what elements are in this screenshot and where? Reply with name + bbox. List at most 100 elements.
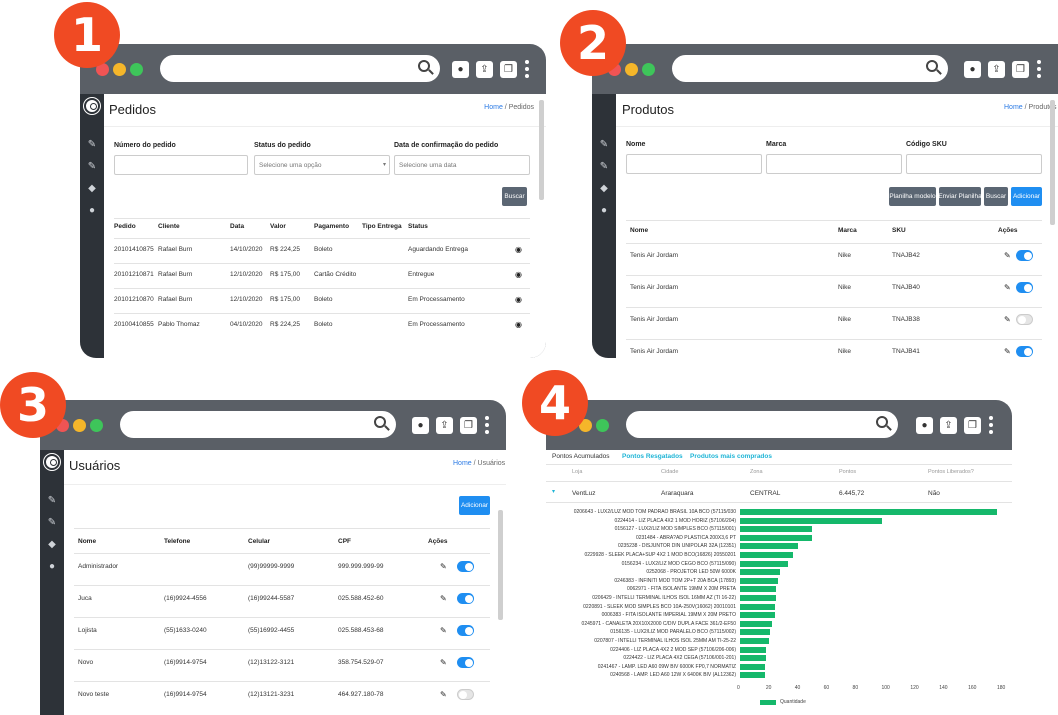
name-input[interactable] <box>626 154 762 174</box>
address-bar[interactable] <box>120 411 396 438</box>
users-icon[interactable]: ● <box>46 561 58 573</box>
tabs-icon[interactable]: ❐ <box>460 417 477 434</box>
download-icon[interactable]: ● <box>452 61 469 78</box>
bar-label: 0224422 - LIZ PLACA 4X2 CEGA (57106/001-… <box>623 655 736 662</box>
col-header: Cliente <box>158 223 180 230</box>
active-toggle[interactable] <box>1016 346 1033 357</box>
tab-points-accumulated[interactable]: Pontos Acumulados <box>552 453 609 460</box>
edit-icon[interactable]: ✎ <box>440 658 447 667</box>
edit-icon[interactable]: ✎ <box>1004 283 1011 292</box>
tag-icon[interactable]: ◆ <box>46 539 58 551</box>
users-icon[interactable]: ● <box>598 205 610 217</box>
share-icon[interactable]: ⇪ <box>436 417 453 434</box>
row-divider <box>74 585 490 586</box>
breadcrumb-home[interactable]: Home <box>1004 104 1023 111</box>
edit-nav-icon-2[interactable]: ✎ <box>86 161 98 173</box>
edit-icon[interactable]: ✎ <box>440 690 447 699</box>
order-number-input[interactable] <box>114 155 248 175</box>
active-toggle[interactable] <box>457 593 474 604</box>
tabs-icon[interactable]: ❐ <box>500 61 517 78</box>
view-icon[interactable]: ◉ <box>515 295 522 304</box>
caret-down-icon[interactable]: ▾ <box>552 488 555 495</box>
scrollbar[interactable] <box>498 510 503 620</box>
edit-nav-icon-2[interactable]: ✎ <box>46 517 58 529</box>
bar-label: 0224406 - LIZ PLACA 4X2 2 MOD SEP (57106… <box>610 646 736 653</box>
maximize-dot[interactable] <box>642 63 655 76</box>
search-button[interactable]: Buscar <box>984 187 1008 206</box>
template-sheet-button[interactable]: Planilha modelo <box>889 187 936 206</box>
tab-points-redeemed[interactable]: Pontos Resgatados <box>622 453 683 460</box>
address-bar[interactable] <box>626 411 898 438</box>
edit-icon[interactable]: ✎ <box>1004 315 1011 324</box>
edit-nav-icon[interactable]: ✎ <box>598 139 610 151</box>
table-cell: (12)13122-3121 <box>248 659 295 666</box>
active-toggle[interactable] <box>1016 314 1033 325</box>
add-user-button[interactable]: Adicionar <box>459 496 490 515</box>
view-icon[interactable]: ◉ <box>515 270 522 279</box>
menu-kebab-icon[interactable] <box>485 416 489 434</box>
row-zone: CENTRAL <box>750 490 781 497</box>
upload-sheet-button[interactable]: Enviar Planilha <box>938 187 982 206</box>
tabs-icon[interactable]: ❐ <box>964 417 981 434</box>
view-icon[interactable]: ◉ <box>515 245 522 254</box>
minimize-dot[interactable] <box>625 63 638 76</box>
order-status-select[interactable]: Selecione uma opção ▾ <box>254 155 390 175</box>
name-label: Nome <box>626 141 646 148</box>
table-cell: 358.754.529-07 <box>338 659 384 666</box>
download-icon[interactable]: ● <box>412 417 429 434</box>
scrollbar[interactable] <box>1050 100 1055 225</box>
download-icon[interactable]: ● <box>916 417 933 434</box>
maximize-dot[interactable] <box>596 419 609 432</box>
edit-icon[interactable]: ✎ <box>440 626 447 635</box>
breadcrumb-home[interactable]: Home <box>453 460 472 467</box>
active-toggle[interactable] <box>1016 282 1033 293</box>
edit-icon[interactable]: ✎ <box>1004 251 1011 260</box>
edit-nav-icon[interactable]: ✎ <box>46 495 58 507</box>
search-button[interactable]: Buscar <box>502 187 527 206</box>
active-toggle[interactable] <box>457 561 474 572</box>
browser-window-pedidos: ● ⇪ ❐ ✎ ✎ ◆ ● Pedidos Home / Pedidos Núm… <box>80 44 546 358</box>
menu-kebab-icon[interactable] <box>989 416 993 434</box>
breadcrumb-home[interactable]: Home <box>484 104 503 111</box>
edit-nav-icon-2[interactable]: ✎ <box>598 161 610 173</box>
tabs-icon[interactable]: ❐ <box>1012 61 1029 78</box>
active-toggle[interactable] <box>457 625 474 636</box>
tab-top-products[interactable]: Produtos mais comprados <box>690 453 772 460</box>
add-product-button[interactable]: Adicionar <box>1011 187 1042 206</box>
confirmation-date-label: Data de confirmação do pedido <box>394 142 499 149</box>
table-cell: Em Processamento <box>408 296 465 303</box>
minimize-dot[interactable] <box>113 63 126 76</box>
sku-input[interactable] <box>906 154 1042 174</box>
view-icon[interactable]: ◉ <box>515 320 522 329</box>
tag-icon[interactable]: ◆ <box>598 183 610 195</box>
menu-kebab-icon[interactable] <box>1037 60 1041 78</box>
maximize-dot[interactable] <box>90 419 103 432</box>
edit-nav-icon[interactable]: ✎ <box>86 139 98 151</box>
address-bar[interactable] <box>672 55 948 82</box>
share-icon[interactable]: ⇪ <box>476 61 493 78</box>
maximize-dot[interactable] <box>130 63 143 76</box>
breadcrumb: Home / Usuários <box>453 460 506 467</box>
download-icon[interactable]: ● <box>964 61 981 78</box>
avatar[interactable] <box>84 98 100 114</box>
table-cell: (16)99244-5587 <box>248 595 295 602</box>
scrollbar[interactable] <box>539 100 544 200</box>
x-tick-label: 0 <box>737 685 740 691</box>
active-toggle[interactable] <box>457 689 474 700</box>
active-toggle[interactable] <box>457 657 474 668</box>
menu-kebab-icon[interactable] <box>525 60 529 78</box>
address-bar[interactable] <box>160 55 440 82</box>
edit-icon[interactable]: ✎ <box>440 594 447 603</box>
minimize-dot[interactable] <box>73 419 86 432</box>
avatar[interactable] <box>44 454 60 470</box>
share-icon[interactable]: ⇪ <box>988 61 1005 78</box>
edit-icon[interactable]: ✎ <box>1004 347 1011 356</box>
active-toggle[interactable] <box>1016 250 1033 261</box>
table-cell: R$ 224,25 <box>270 246 300 253</box>
users-icon[interactable]: ● <box>86 205 98 217</box>
tag-icon[interactable]: ◆ <box>86 183 98 195</box>
edit-icon[interactable]: ✎ <box>440 562 447 571</box>
share-icon[interactable]: ⇪ <box>940 417 957 434</box>
confirmation-date-input[interactable]: Selecione uma data <box>394 155 530 175</box>
brand-input[interactable] <box>766 154 902 174</box>
